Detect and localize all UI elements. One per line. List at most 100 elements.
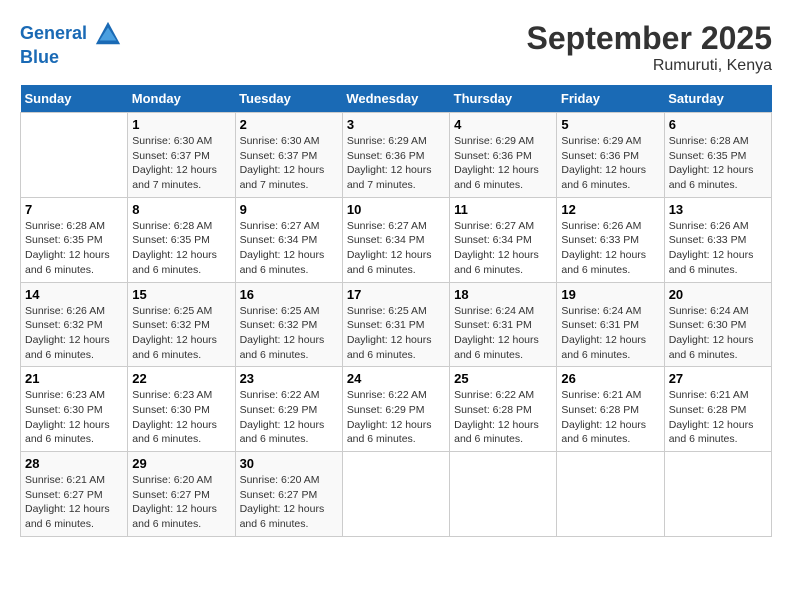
day-cell: 6 Sunrise: 6:28 AM Sunset: 6:35 PM Daylig…: [664, 113, 771, 198]
day-number: 16: [240, 287, 338, 302]
day-number: 6: [669, 117, 767, 132]
week-row-4: 21 Sunrise: 6:23 AM Sunset: 6:30 PM Dayli…: [21, 367, 772, 452]
month-title: September 2025: [527, 20, 772, 57]
day-info: Sunrise: 6:25 AM Sunset: 6:31 PM Dayligh…: [347, 304, 445, 363]
day-number: 4: [454, 117, 552, 132]
day-number: 19: [561, 287, 659, 302]
day-number: 22: [132, 371, 230, 386]
day-info: Sunrise: 6:30 AM Sunset: 6:37 PM Dayligh…: [132, 134, 230, 193]
day-info: Sunrise: 6:28 AM Sunset: 6:35 PM Dayligh…: [669, 134, 767, 193]
day-info: Sunrise: 6:25 AM Sunset: 6:32 PM Dayligh…: [132, 304, 230, 363]
day-number: 10: [347, 202, 445, 217]
calendar-header-row: SundayMondayTuesdayWednesdayThursdayFrid…: [21, 85, 772, 113]
day-info: Sunrise: 6:30 AM Sunset: 6:37 PM Dayligh…: [240, 134, 338, 193]
day-number: 29: [132, 456, 230, 471]
day-number: 23: [240, 371, 338, 386]
header-monday: Monday: [128, 85, 235, 113]
header-friday: Friday: [557, 85, 664, 113]
day-number: 1: [132, 117, 230, 132]
logo-blue: Blue: [20, 48, 122, 68]
page-header: General Blue September 2025 Rumuruti, Ke…: [20, 20, 772, 75]
day-number: 13: [669, 202, 767, 217]
day-info: Sunrise: 6:27 AM Sunset: 6:34 PM Dayligh…: [240, 219, 338, 278]
day-info: Sunrise: 6:27 AM Sunset: 6:34 PM Dayligh…: [347, 219, 445, 278]
day-cell: 4 Sunrise: 6:29 AM Sunset: 6:36 PM Daylig…: [450, 113, 557, 198]
day-info: Sunrise: 6:28 AM Sunset: 6:35 PM Dayligh…: [132, 219, 230, 278]
day-cell: 18 Sunrise: 6:24 AM Sunset: 6:31 PM Dayli…: [450, 282, 557, 367]
week-row-1: 1 Sunrise: 6:30 AM Sunset: 6:37 PM Daylig…: [21, 113, 772, 198]
day-cell: [21, 113, 128, 198]
day-cell: 12Sunrise: 6:26 AM Sunset: 6:33 PM Dayli…: [557, 197, 664, 282]
day-number: 8: [132, 202, 230, 217]
day-info: Sunrise: 6:29 AM Sunset: 6:36 PM Dayligh…: [347, 134, 445, 193]
day-cell: 28Sunrise: 6:21 AM Sunset: 6:27 PM Dayli…: [21, 452, 128, 537]
day-info: Sunrise: 6:25 AM Sunset: 6:32 PM Dayligh…: [240, 304, 338, 363]
day-cell: 17 Sunrise: 6:25 AM Sunset: 6:31 PM Dayli…: [342, 282, 449, 367]
day-cell: 11 Sunrise: 6:27 AM Sunset: 6:34 PM Dayli…: [450, 197, 557, 282]
day-number: 24: [347, 371, 445, 386]
day-cell: 3Sunrise: 6:29 AM Sunset: 6:36 PM Daylig…: [342, 113, 449, 198]
header-wednesday: Wednesday: [342, 85, 449, 113]
calendar-table: SundayMondayTuesdayWednesdayThursdayFrid…: [20, 85, 772, 537]
day-number: 11: [454, 202, 552, 217]
day-cell: 21Sunrise: 6:23 AM Sunset: 6:30 PM Dayli…: [21, 367, 128, 452]
day-cell: 8 Sunrise: 6:28 AM Sunset: 6:35 PM Daylig…: [128, 197, 235, 282]
day-info: Sunrise: 6:26 AM Sunset: 6:32 PM Dayligh…: [25, 304, 123, 363]
day-cell: 13Sunrise: 6:26 AM Sunset: 6:33 PM Dayli…: [664, 197, 771, 282]
day-info: Sunrise: 6:20 AM Sunset: 6:27 PM Dayligh…: [132, 473, 230, 532]
day-info: Sunrise: 6:21 AM Sunset: 6:28 PM Dayligh…: [561, 388, 659, 447]
day-cell: 10 Sunrise: 6:27 AM Sunset: 6:34 PM Dayli…: [342, 197, 449, 282]
day-number: 27: [669, 371, 767, 386]
day-number: 15: [132, 287, 230, 302]
week-row-5: 28Sunrise: 6:21 AM Sunset: 6:27 PM Dayli…: [21, 452, 772, 537]
header-tuesday: Tuesday: [235, 85, 342, 113]
day-number: 14: [25, 287, 123, 302]
day-info: Sunrise: 6:29 AM Sunset: 6:36 PM Dayligh…: [561, 134, 659, 193]
day-info: Sunrise: 6:28 AM Sunset: 6:35 PM Dayligh…: [25, 219, 123, 278]
day-cell: [557, 452, 664, 537]
day-info: Sunrise: 6:26 AM Sunset: 6:33 PM Dayligh…: [561, 219, 659, 278]
day-number: 20: [669, 287, 767, 302]
day-number: 17: [347, 287, 445, 302]
day-info: Sunrise: 6:24 AM Sunset: 6:31 PM Dayligh…: [454, 304, 552, 363]
day-info: Sunrise: 6:24 AM Sunset: 6:31 PM Dayligh…: [561, 304, 659, 363]
day-cell: 5 Sunrise: 6:29 AM Sunset: 6:36 PM Daylig…: [557, 113, 664, 198]
day-cell: 23 Sunrise: 6:22 AM Sunset: 6:29 PM Dayli…: [235, 367, 342, 452]
day-number: 26: [561, 371, 659, 386]
day-number: 5: [561, 117, 659, 132]
day-number: 25: [454, 371, 552, 386]
day-cell: 29 Sunrise: 6:20 AM Sunset: 6:27 PM Dayli…: [128, 452, 235, 537]
day-cell: 25 Sunrise: 6:22 AM Sunset: 6:28 PM Dayli…: [450, 367, 557, 452]
day-info: Sunrise: 6:29 AM Sunset: 6:36 PM Dayligh…: [454, 134, 552, 193]
day-cell: 22 Sunrise: 6:23 AM Sunset: 6:30 PM Dayli…: [128, 367, 235, 452]
header-saturday: Saturday: [664, 85, 771, 113]
day-cell: 19 Sunrise: 6:24 AM Sunset: 6:31 PM Dayli…: [557, 282, 664, 367]
day-cell: 1 Sunrise: 6:30 AM Sunset: 6:37 PM Daylig…: [128, 113, 235, 198]
day-cell: 24 Sunrise: 6:22 AM Sunset: 6:29 PM Dayli…: [342, 367, 449, 452]
day-cell: 30Sunrise: 6:20 AM Sunset: 6:27 PM Dayli…: [235, 452, 342, 537]
day-info: Sunrise: 6:22 AM Sunset: 6:29 PM Dayligh…: [240, 388, 338, 447]
day-cell: 16 Sunrise: 6:25 AM Sunset: 6:32 PM Dayli…: [235, 282, 342, 367]
day-info: Sunrise: 6:27 AM Sunset: 6:34 PM Dayligh…: [454, 219, 552, 278]
day-number: 2: [240, 117, 338, 132]
day-cell: 26 Sunrise: 6:21 AM Sunset: 6:28 PM Dayli…: [557, 367, 664, 452]
day-number: 18: [454, 287, 552, 302]
day-cell: [450, 452, 557, 537]
title-block: September 2025 Rumuruti, Kenya: [527, 20, 772, 75]
week-row-2: 7Sunrise: 6:28 AM Sunset: 6:35 PM Daylig…: [21, 197, 772, 282]
day-cell: [342, 452, 449, 537]
day-info: Sunrise: 6:20 AM Sunset: 6:27 PM Dayligh…: [240, 473, 338, 532]
day-number: 9: [240, 202, 338, 217]
day-info: Sunrise: 6:22 AM Sunset: 6:29 PM Dayligh…: [347, 388, 445, 447]
day-cell: 14 Sunrise: 6:26 AM Sunset: 6:32 PM Dayli…: [21, 282, 128, 367]
day-cell: 15 Sunrise: 6:25 AM Sunset: 6:32 PM Dayli…: [128, 282, 235, 367]
day-cell: [664, 452, 771, 537]
day-info: Sunrise: 6:22 AM Sunset: 6:28 PM Dayligh…: [454, 388, 552, 447]
day-cell: 9 Sunrise: 6:27 AM Sunset: 6:34 PM Daylig…: [235, 197, 342, 282]
week-row-3: 14 Sunrise: 6:26 AM Sunset: 6:32 PM Dayli…: [21, 282, 772, 367]
logo-text: General: [20, 20, 122, 48]
day-number: 21: [25, 371, 123, 386]
day-info: Sunrise: 6:23 AM Sunset: 6:30 PM Dayligh…: [132, 388, 230, 447]
day-cell: 7Sunrise: 6:28 AM Sunset: 6:35 PM Daylig…: [21, 197, 128, 282]
day-info: Sunrise: 6:21 AM Sunset: 6:27 PM Dayligh…: [25, 473, 123, 532]
